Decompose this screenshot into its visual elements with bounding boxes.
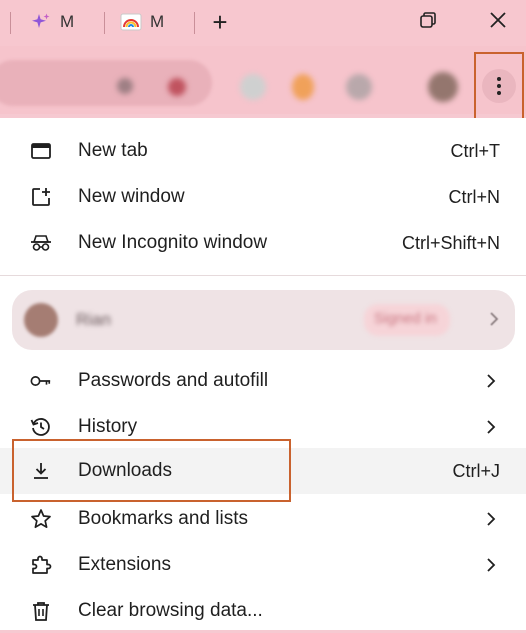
chevron-right-icon xyxy=(484,558,498,572)
puzzle-icon xyxy=(30,554,52,576)
close-window-button[interactable] xyxy=(478,6,518,38)
shortcut-text: Ctrl+Shift+N xyxy=(401,232,500,253)
extension-icon[interactable] xyxy=(292,74,314,100)
history-icon xyxy=(30,416,52,438)
chrome-menu: New tab Ctrl+T New window Ctrl+N New Inc… xyxy=(0,118,526,630)
tab-separator xyxy=(194,12,195,34)
restore-button[interactable] xyxy=(408,6,448,38)
plus-icon: + xyxy=(212,6,228,37)
toolbar xyxy=(0,46,526,114)
shortcut-text: Ctrl+N xyxy=(448,186,500,207)
menu-item-new-tab[interactable]: New tab Ctrl+T xyxy=(0,129,526,173)
menu-item-passwords-and-autofill[interactable]: Passwords and autofill xyxy=(0,359,526,403)
kebab-menu-icon xyxy=(482,69,516,103)
restore-icon xyxy=(419,11,437,34)
menu-item-new-window[interactable]: New window Ctrl+N xyxy=(0,175,526,219)
trash-icon xyxy=(30,600,52,622)
chrome-menu-button[interactable] xyxy=(474,52,524,120)
tab-title: M xyxy=(60,12,75,31)
menu-item-new-incognito-window[interactable]: New Incognito window Ctrl+Shift+N xyxy=(0,221,526,265)
bookmark-star-icon[interactable] xyxy=(168,78,186,96)
menu-item-label: Passwords and autofill xyxy=(78,370,269,391)
search-icon[interactable] xyxy=(117,78,133,94)
browser-tab-2[interactable]: M xyxy=(120,8,164,36)
menu-item-label: Bookmarks and lists xyxy=(78,508,249,529)
chevron-right-icon xyxy=(484,512,498,526)
chevron-right-icon xyxy=(484,374,498,388)
chevron-right-icon xyxy=(489,312,499,331)
avatar xyxy=(24,303,58,337)
shortcut-text: Ctrl+J xyxy=(452,460,500,481)
menu-item-label: Clear browsing data... xyxy=(78,600,263,621)
sync-status-text: Signed in xyxy=(374,310,437,327)
chevron-right-icon xyxy=(484,420,498,434)
profile-avatar-icon[interactable] xyxy=(428,72,458,102)
menu-item-label: New tab xyxy=(78,140,148,161)
annotation-highlight-box xyxy=(12,439,291,502)
menu-item-label: Extensions xyxy=(78,554,171,575)
key-icon xyxy=(30,370,52,392)
menu-item-label: New window xyxy=(78,186,185,207)
rainbow-icon xyxy=(120,11,142,33)
menu-item-bookmarks-and-lists[interactable]: Bookmarks and lists xyxy=(0,497,526,541)
menu-divider xyxy=(0,275,526,276)
tab-title: M xyxy=(150,12,165,31)
tab-strip: M M + xyxy=(0,0,526,46)
star-icon xyxy=(30,508,52,530)
incognito-icon xyxy=(30,232,52,254)
shortcut-text: Ctrl+T xyxy=(450,140,501,161)
new-tab-button[interactable]: + xyxy=(200,6,240,38)
profile-name: Rian xyxy=(76,310,111,329)
browser-tab-1[interactable]: M xyxy=(30,8,74,36)
tab-separator xyxy=(104,12,105,34)
close-icon xyxy=(489,11,507,34)
profile-row[interactable]: Rian Signed in xyxy=(12,290,515,350)
new-window-icon xyxy=(30,186,52,208)
menu-item-clear-browsing-data[interactable]: Clear browsing data... xyxy=(0,589,526,633)
menu-item-extensions[interactable]: Extensions xyxy=(0,543,526,587)
menu-item-label: New Incognito window xyxy=(78,232,268,253)
sparkle-icon xyxy=(30,11,52,33)
extension-icon[interactable] xyxy=(240,74,266,100)
menu-item-label: History xyxy=(78,416,138,437)
tab-separator xyxy=(10,12,11,34)
new-tab-icon xyxy=(30,140,52,162)
extension-icon[interactable] xyxy=(346,74,372,100)
